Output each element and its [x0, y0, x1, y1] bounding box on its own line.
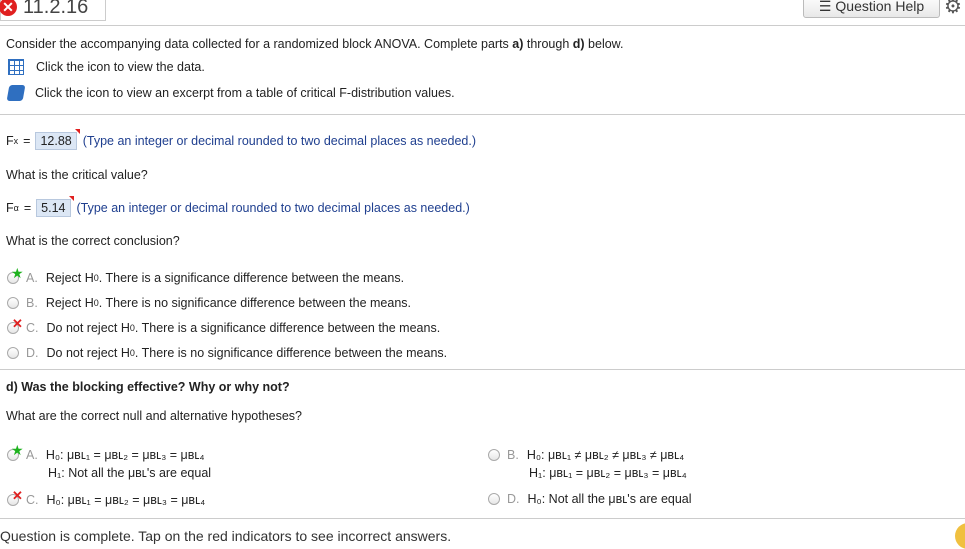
- view-f-table-link[interactable]: Click the icon to view an excerpt from a…: [6, 85, 455, 101]
- table-icon[interactable]: [8, 59, 24, 75]
- view-data-link[interactable]: Click the icon to view the data.: [8, 59, 205, 75]
- question-help-button[interactable]: ☰ Question Help: [803, 0, 940, 18]
- conclusion-option-c[interactable]: ✕ C. Do not reject H0. There is a signif…: [7, 316, 440, 335]
- falpha-row: Fα = 5.14 (Type an integer or decimal ro…: [6, 196, 470, 217]
- radio-button[interactable]: [488, 493, 500, 505]
- section-divider: [0, 114, 965, 115]
- falpha-hint: (Type an integer or decimal rounded to t…: [76, 201, 470, 215]
- fx-hint: (Type an integer or decimal rounded to t…: [82, 134, 477, 148]
- intro-text: Consider the accompanying data collected…: [6, 37, 624, 51]
- hypothesis-option-c[interactable]: ✕ C. H₀: μʙʟ₁ = μʙʟ₂ = μʙʟ₃ = μʙʟ₄: [7, 488, 205, 507]
- incorrect-x-icon: ✕: [12, 488, 23, 503]
- footer-divider: [0, 518, 965, 519]
- conclusion-option-a[interactable]: ★ A. Reject H0. There is a significance …: [7, 265, 404, 285]
- falpha-answer-box[interactable]: 5.14: [36, 196, 74, 217]
- critical-value-question: What is the critical value?: [6, 168, 148, 182]
- book-icon[interactable]: [6, 85, 26, 101]
- part-d-question: d) Was the blocking effective? Why or wh…: [6, 380, 290, 394]
- incorrect-x-icon: ✕: [12, 316, 23, 331]
- question-number: 11.2.16: [23, 0, 89, 18]
- question-help-label: Question Help: [835, 0, 925, 14]
- hypotheses-question: What are the correct null and alternativ…: [6, 409, 303, 423]
- conclusion-option-d[interactable]: D. Do not reject H0. There is no signifi…: [7, 346, 447, 360]
- radio-button[interactable]: [488, 449, 500, 461]
- incorrect-icon[interactable]: ✕: [0, 0, 17, 16]
- status-message: Question is complete. Tap on the red ind…: [0, 528, 452, 544]
- hypothesis-option-b[interactable]: B. H₀: μʙʟ₁ ≠ μʙʟ₂ ≠ μʙʟ₃ ≠ μʙʟ₄ H₁: μʙʟ…: [488, 448, 687, 480]
- gear-icon[interactable]: ⚙: [944, 0, 962, 19]
- correct-star-icon: ★: [11, 265, 24, 281]
- conclusion-option-b[interactable]: B. Reject H0. There is no significance d…: [7, 296, 411, 310]
- list-icon: ☰: [818, 0, 832, 14]
- help-bubble-icon[interactable]: [955, 523, 965, 549]
- correct-star-icon: ★: [11, 442, 24, 458]
- hypothesis-option-d[interactable]: D. H₀: Not all the μʙʟ's are equal: [488, 492, 692, 506]
- header-divider: [0, 25, 965, 26]
- hypothesis-option-a[interactable]: ★ A. H₀: μʙʟ₁ = μʙʟ₂ = μʙʟ₃ = μʙʟ₄ H₁: N…: [7, 442, 211, 480]
- fx-row: Fx = 12.88 (Type an integer or decimal r…: [6, 129, 477, 150]
- fx-answer-box[interactable]: 12.88: [35, 129, 81, 150]
- conclusion-question: What is the correct conclusion?: [6, 234, 180, 248]
- question-number-box: ✕ 11.2.16: [0, 0, 106, 21]
- section-divider: [0, 369, 965, 370]
- radio-button[interactable]: [7, 297, 19, 309]
- radio-button[interactable]: [7, 347, 19, 359]
